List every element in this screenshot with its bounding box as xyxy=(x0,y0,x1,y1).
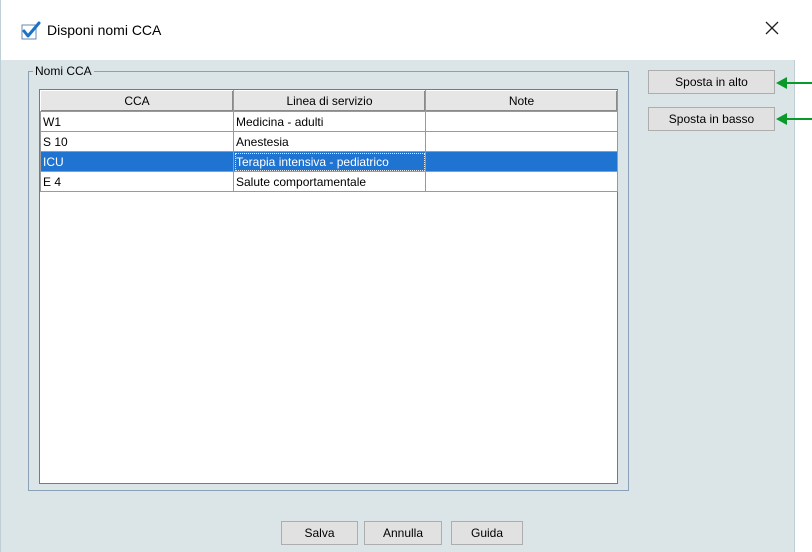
column-header-note[interactable]: Note xyxy=(425,90,618,112)
column-header-service-line[interactable]: Linea di servizio xyxy=(233,90,426,112)
table-row-selected[interactable]: ICU Terapia intensiva - pediatrico xyxy=(40,151,618,172)
table-header-row: CCA Linea di servizio Note xyxy=(40,90,618,112)
dialog-window: Disponi nomi CCA Nomi CCA CCA Linea di s… xyxy=(0,0,796,552)
cell-service-line[interactable]: Anestesia xyxy=(233,131,426,152)
cell-service-line[interactable]: Medicina - adulti xyxy=(233,111,426,132)
cell-note[interactable] xyxy=(425,171,618,192)
arrow-left-icon xyxy=(776,112,812,129)
table-row[interactable]: S 10 Anestesia xyxy=(40,131,618,152)
arrow-left-icon xyxy=(776,76,812,93)
save-button[interactable]: Salva xyxy=(281,521,358,545)
table-row[interactable]: W1 Medicina - adulti xyxy=(40,111,618,132)
table-row[interactable]: E 4 Salute comportamentale xyxy=(40,171,618,192)
move-up-button[interactable]: Sposta in alto xyxy=(648,70,775,94)
cell-note[interactable] xyxy=(425,111,618,132)
cancel-button[interactable]: Annulla xyxy=(364,521,442,545)
cell-cca[interactable]: S 10 xyxy=(40,131,234,152)
cca-table[interactable]: CCA Linea di servizio Note W1 Medicina -… xyxy=(39,89,618,484)
help-button[interactable]: Guida xyxy=(451,521,523,545)
cell-service-line[interactable]: Salute comportamentale xyxy=(233,171,426,192)
cell-service-line[interactable]: Terapia intensiva - pediatrico xyxy=(233,151,426,172)
window-title: Disponi nomi CCA xyxy=(47,22,162,38)
cell-cca[interactable]: W1 xyxy=(40,111,234,132)
cell-note[interactable] xyxy=(425,151,618,172)
checkbox-checked-icon xyxy=(21,21,41,41)
group-legend: Nomi CCA xyxy=(33,64,94,78)
title-bar: Disponi nomi CCA xyxy=(1,0,796,60)
column-header-cca[interactable]: CCA xyxy=(40,90,234,112)
close-button[interactable] xyxy=(757,14,787,44)
cell-cca[interactable]: E 4 xyxy=(40,171,234,192)
cell-cca[interactable]: ICU xyxy=(40,151,234,172)
cell-note[interactable] xyxy=(425,131,618,152)
close-icon xyxy=(765,21,779,38)
move-down-button[interactable]: Sposta in basso xyxy=(648,107,775,131)
